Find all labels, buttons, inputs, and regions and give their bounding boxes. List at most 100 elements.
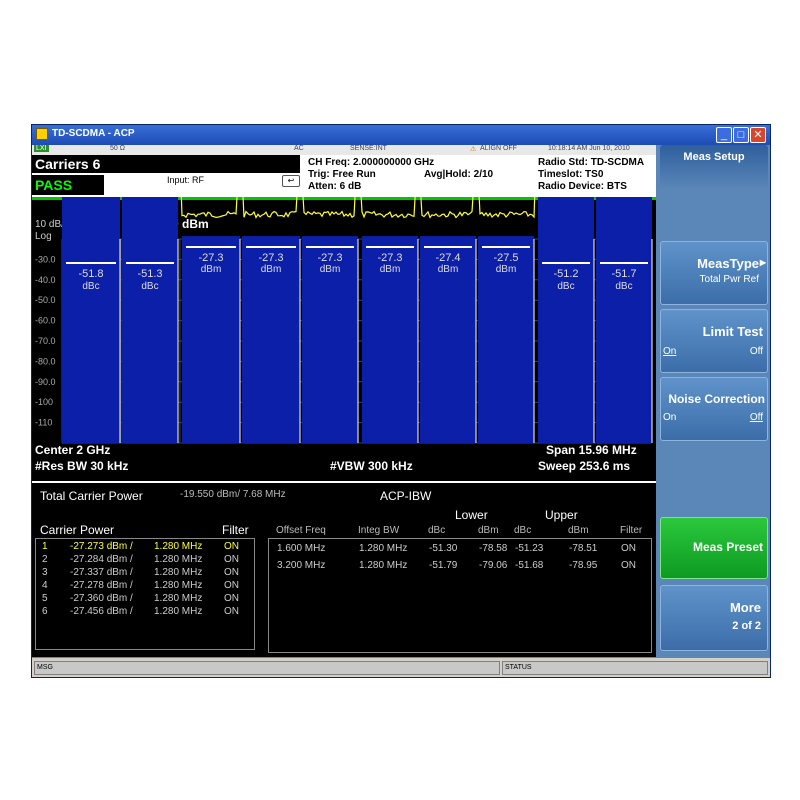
offset-cell: ON <box>621 560 636 571</box>
carrier-cell-bw: 1.280 MHz <box>154 554 203 565</box>
vbw-label: #VBW 300 kHz <box>330 459 413 473</box>
span-label: Span 15.96 MHz <box>546 443 637 457</box>
carrier-power-unit: dBm <box>438 264 459 275</box>
carrier-cell-power: -27.360 dBm / <box>70 593 133 604</box>
maximize-icon[interactable]: □ <box>733 127 749 143</box>
ch-freq-readout: CH Freq: 2.000000000 GHz <box>308 157 435 168</box>
meas-type-title: MeasType <box>697 256 759 271</box>
sense-readout: SENSE:INT <box>350 145 387 152</box>
carrier-cell-filter: ON <box>224 580 239 591</box>
limit-test-on[interactable]: On <box>663 346 676 357</box>
offset-cell: 1.600 MHz <box>277 543 326 554</box>
offset-cell: ON <box>621 543 636 554</box>
noise-correction-off[interactable]: Off <box>750 412 763 423</box>
limit-test-off[interactable]: Off <box>750 346 763 357</box>
offset-cell: -51.23 <box>515 543 544 554</box>
offset-row[interactable]: 3.200 MHz 1.280 MHz -51.79 -79.06 -51.68 -78.… <box>269 560 651 574</box>
offset-table: 1.600 MHz 1.280 MHz -51.30 -78.58 -51.23 -78.… <box>268 538 652 653</box>
warning-icon: ⚠ <box>470 146 477 153</box>
spectrum-plot: -30.0 -40.0 -50.0 -60.0 -70.0 -80.0 -90.0 -100 -… <box>35 197 653 444</box>
noise-correction-softkey[interactable]: Noise Correction On Off <box>660 377 768 441</box>
carrier-cell-idx: 3 <box>42 567 48 578</box>
carrier-filter-header: Filter <box>222 523 249 537</box>
atten-readout: Atten: 6 dB <box>308 181 362 192</box>
more-softkey[interactable]: More 2 of 2 <box>660 585 768 651</box>
offset-power-unit: dBc <box>557 281 574 292</box>
y-tick-label: -80.0 <box>35 356 56 366</box>
msg-field: MSG <box>34 661 500 675</box>
carrier-cell-power: -27.337 dBm / <box>70 567 133 578</box>
window-title: TD-SCDMA - ACP <box>52 128 135 139</box>
offset-band <box>538 197 594 443</box>
close-icon[interactable]: ✕ <box>750 127 766 143</box>
center-freq-label: Center 2 GHz <box>35 443 111 457</box>
title-bar: TD-SCDMA - ACP _ □ ✕ <box>32 125 770 145</box>
offset-cell: -78.58 <box>479 543 508 554</box>
offset-power-value: -51.8 <box>78 268 103 280</box>
meas-preset-label: Meas Preset <box>692 540 763 554</box>
offset-header-cell: dBm <box>478 525 499 536</box>
carrier-power-unit: dBm <box>320 264 341 275</box>
y-tick-label: -70.0 <box>35 336 56 346</box>
carrier-power-value: -27.3 <box>198 252 223 264</box>
align-readout: ALIGN OFF <box>480 145 517 152</box>
offset-band <box>596 197 652 443</box>
carrier-power-unit: dBm <box>496 264 517 275</box>
carrier-cell-bw: 1.280 MHz <box>154 606 203 617</box>
carrier-power-value: -27.4 <box>435 252 460 264</box>
carrier-cell-power: -27.278 dBm / <box>70 580 133 591</box>
carrier-cell-bw: 1.280 MHz <box>154 593 203 604</box>
offset-band <box>122 197 178 443</box>
carrier-power-value: -27.3 <box>377 252 402 264</box>
offset-cell: 1.280 MHz <box>359 543 408 554</box>
carrier-row[interactable]: 3 -27.337 dBm / 1.280 MHz ON <box>36 567 254 580</box>
carrier-cell-filter: ON <box>224 593 239 604</box>
carrier-cell-power: -27.456 dBm / <box>70 606 133 617</box>
app-icon <box>36 128 48 140</box>
carrier-cell-bw: 1.280 MHz <box>154 567 203 578</box>
carrier-row[interactable]: 6 -27.456 dBm / 1.280 MHz ON <box>36 606 254 619</box>
status-strip: LXI 50 Ω AC SENSE:INT ⚠ ALIGN OFF 10:18:… <box>32 145 656 155</box>
offset-power-value: -51.2 <box>553 268 578 280</box>
carrier-power-unit: dBm <box>261 264 282 275</box>
carrier-power-table: 1 -27.273 dBm /1.280 MHz ON 2 -27.284 dBm /1… <box>35 538 255 650</box>
carrier-cell-bw: 1.280 MHz <box>154 580 203 591</box>
meas-type-softkey[interactable]: MeasType Total Pwr Ref ▶ <box>660 241 768 305</box>
y-tick-label: -50.0 <box>35 295 56 305</box>
carrier-row[interactable]: 1 -27.273 dBm / 1.280 MHz ON <box>36 541 254 554</box>
meas-preset-softkey[interactable]: Meas Preset <box>660 517 768 579</box>
offset-header-cell: Integ BW <box>358 525 400 536</box>
coupling-readout: AC <box>294 145 304 152</box>
carrier-row[interactable]: 4 -27.278 dBm / 1.280 MHz ON <box>36 580 254 593</box>
sweep-label: Sweep 253.6 ms <box>538 459 631 473</box>
offset-header-cell: dBm <box>568 525 589 536</box>
offset-cell: -79.06 <box>479 560 508 571</box>
offset-cell: -51.68 <box>515 560 544 571</box>
input-return-icon[interactable]: ↩ <box>282 175 300 187</box>
softkey-panel-title: Meas Setup <box>660 145 768 189</box>
message-bar: MSG STATUS <box>32 657 770 677</box>
results-panel: Total Carrier Power -19.550 dBm/ 7.68 MH… <box>32 481 656 657</box>
carrier-cell-filter: ON <box>224 541 239 552</box>
total-carrier-power-label: Total Carrier Power <box>40 489 143 503</box>
carrier-power-value: -27.3 <box>258 252 283 264</box>
noise-correction-on[interactable]: On <box>663 412 676 423</box>
offset-band <box>62 197 120 443</box>
measurement-header: Carriers 6 PASS Input: RF ↩ CH Freq: 2.0… <box>32 155 656 197</box>
spectrum-graph: 10 dB/div Log Ref -20.00 dBm -30.0-40.0-… <box>32 197 656 481</box>
carrier-row[interactable]: 2 -27.284 dBm / 1.280 MHz ON <box>36 554 254 567</box>
noise-correction-title: Noise Correction <box>668 392 765 406</box>
carrier-power-value: -27.5 <box>493 252 518 264</box>
submenu-arrow-icon: ▶ <box>759 258 766 267</box>
radio-std-readout: Radio Std: TD-SCDMA <box>538 157 645 168</box>
offset-row[interactable]: 1.600 MHz 1.280 MHz -51.30 -78.58 -51.23 -78.… <box>269 543 651 557</box>
limit-test-softkey[interactable]: Limit Test On Off <box>660 309 768 373</box>
carrier-row[interactable]: 5 -27.360 dBm / 1.280 MHz ON <box>36 593 254 606</box>
softkey-panel: Meas Setup MeasType Total Pwr Ref ▶ Limi… <box>656 145 770 657</box>
datetime-readout: 10:18:14 AM Jun 10, 2010 <box>548 145 630 152</box>
status-field[interactable]: STATUS <box>502 661 768 675</box>
more-page: 2 of 2 <box>732 620 761 632</box>
minimize-icon[interactable]: _ <box>716 127 732 143</box>
y-tick-label: -90.0 <box>35 377 56 387</box>
offset-power-value: -51.7 <box>611 268 636 280</box>
